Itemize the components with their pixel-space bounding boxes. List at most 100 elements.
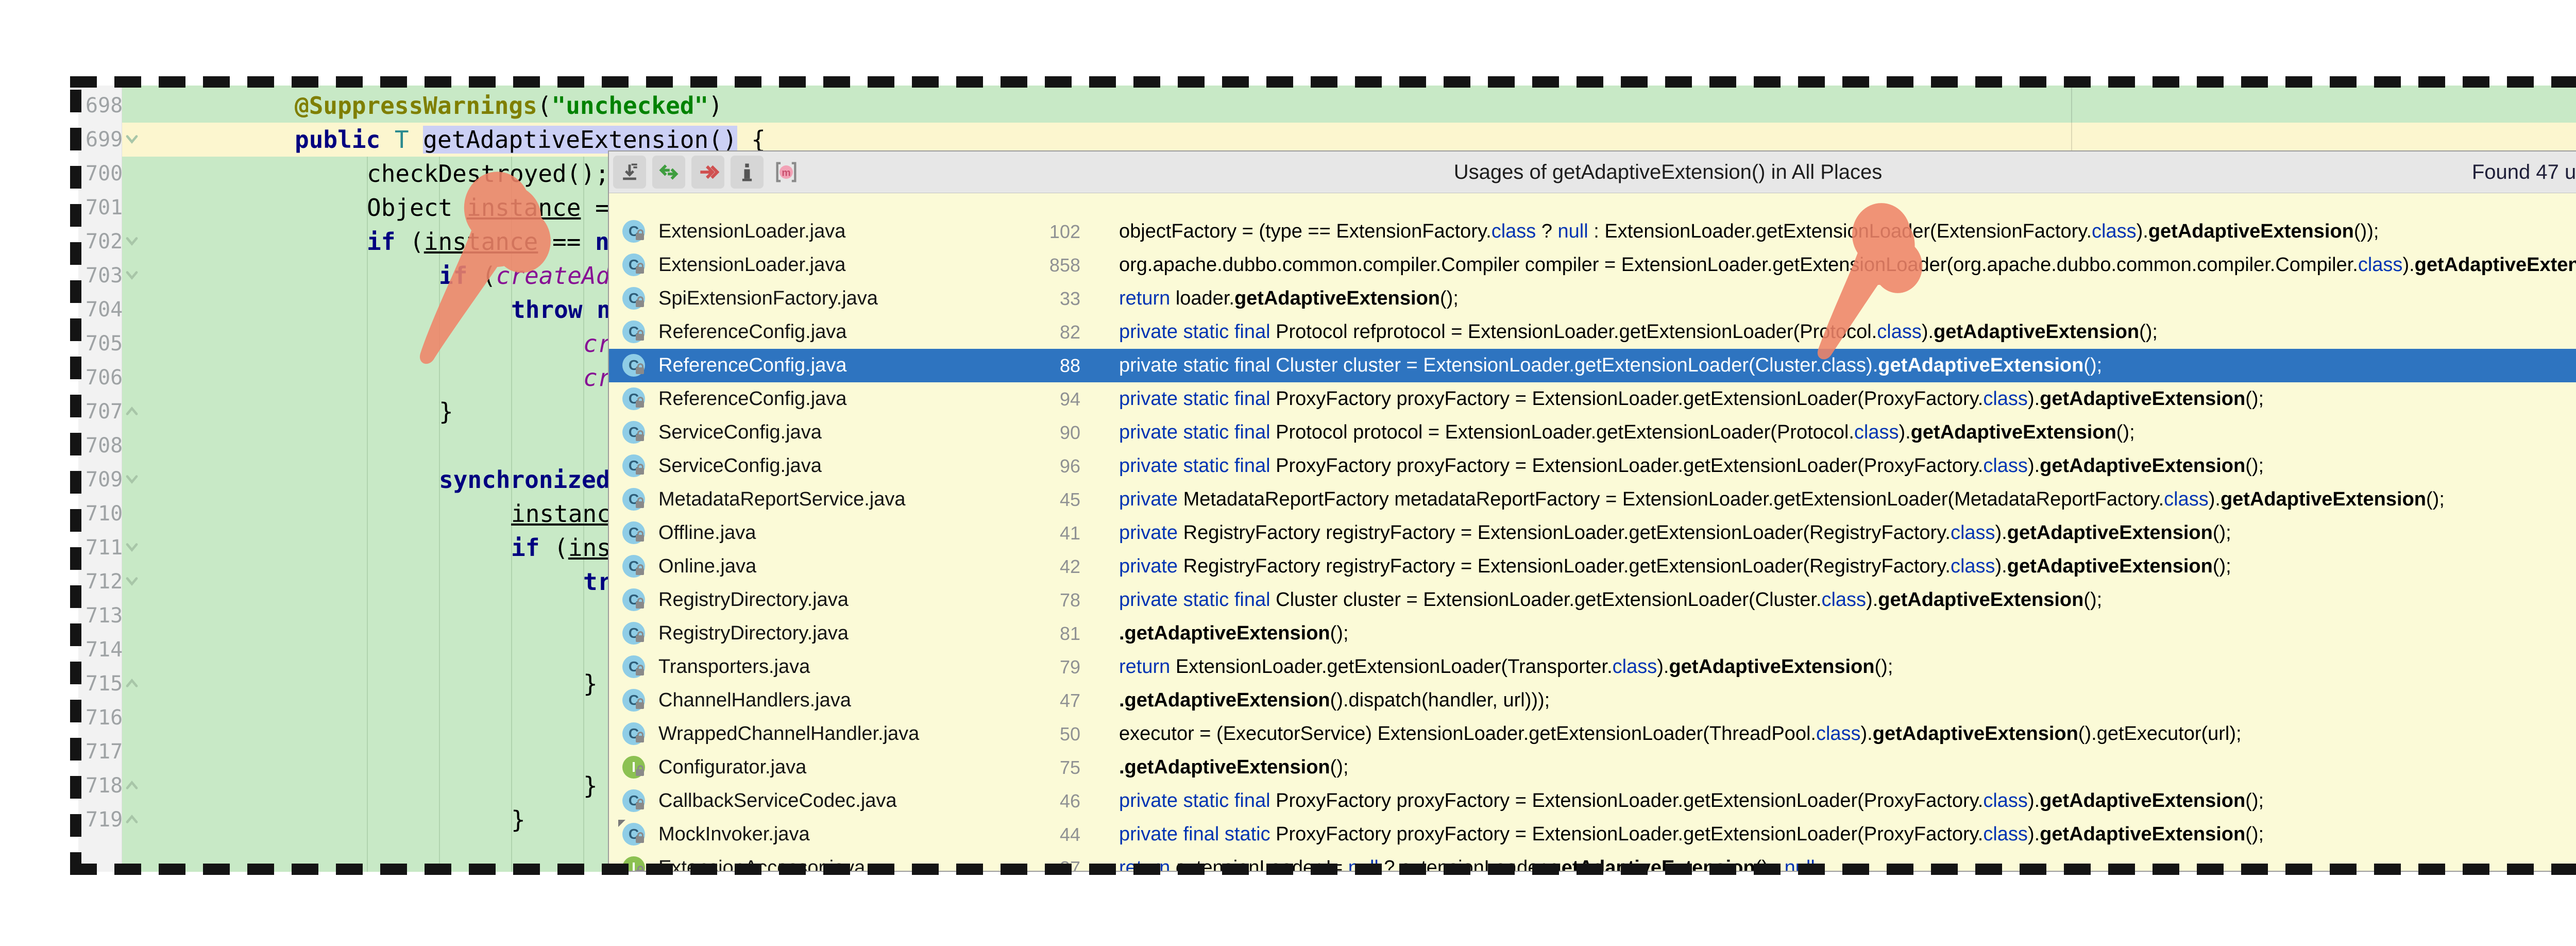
usage-line-number: 79	[1059, 656, 1080, 678]
usage-row[interactable]: C ReferenceConfig.java 94 private static fi…	[609, 382, 2576, 416]
pin-down-icon[interactable]	[613, 156, 646, 189]
usage-file-name: WrappedChannelHandler.java	[658, 723, 920, 745]
line-number: 707	[86, 400, 123, 424]
fold-expand-icon[interactable]	[123, 470, 141, 488]
usage-row[interactable]: C CallbackServiceCodec.java 46 private stat…	[609, 784, 2576, 818]
usages-toolbar: m	[613, 156, 803, 189]
usages-list: C ExtensionLoader.java 102 objectFactory = …	[609, 193, 2576, 871]
lock-icon	[636, 732, 644, 742]
fold-collapse-icon[interactable]	[123, 776, 141, 795]
usage-row[interactable]: C WrappedChannelHandler.java 50 executor = …	[609, 717, 2576, 751]
forward-arrow-icon[interactable]	[691, 156, 724, 189]
line-number: 708	[86, 434, 123, 458]
usage-code-preview: private static final ProxyFactory proxyF…	[1119, 790, 2264, 812]
lock-icon	[636, 497, 644, 508]
usage-row[interactable]: C RegistryDirectory.java 78 private static …	[609, 583, 2576, 617]
fold-expand-icon[interactable]	[123, 130, 141, 148]
usage-line-number: 88	[1059, 355, 1080, 376]
line-number: 710	[86, 502, 123, 526]
code-text: synchronized	[439, 466, 611, 494]
usage-line-number: 75	[1059, 757, 1080, 778]
interface-icon: I	[622, 756, 645, 779]
usage-file-name: ReferenceConfig.java	[658, 388, 847, 410]
annotation-border-bottom	[70, 864, 2576, 875]
usage-line-number: 102	[1049, 221, 1080, 242]
line-number: 716	[86, 706, 123, 730]
usage-line-number: 41	[1059, 522, 1080, 544]
lock-icon	[636, 765, 644, 776]
info-icon[interactable]	[731, 156, 764, 189]
usage-line-number: 82	[1059, 322, 1080, 343]
fold-collapse-icon[interactable]	[123, 810, 141, 829]
usage-file-name: MockInvoker.java	[658, 823, 810, 845]
usage-code-preview: private static final Protocol protocol =…	[1119, 421, 2135, 443]
usage-file-name: RegistryDirectory.java	[658, 622, 849, 644]
usage-file-name: ReferenceConfig.java	[658, 354, 847, 376]
usage-code-preview: private static final ProxyFactory proxyF…	[1119, 455, 2264, 477]
usage-row[interactable]: C Offline.java 41 private RegistryFactory r…	[609, 516, 2576, 550]
usage-file-name: Transporters.java	[658, 656, 810, 678]
popup-header-right: Found 47 usages	[2472, 151, 2576, 193]
editor-line-698: 698 @SuppressWarnings("unchecked")	[78, 89, 2576, 123]
usage-row[interactable]: C ServiceConfig.java 90 private static fina…	[609, 416, 2576, 449]
lock-icon	[636, 598, 644, 609]
usage-code-preview: .getAdaptiveExtension().dispatch(handler…	[1119, 689, 1550, 711]
usage-file-name: ServiceConfig.java	[658, 455, 822, 477]
line-number: 703	[86, 264, 123, 288]
line-number: 709	[86, 468, 123, 492]
usage-code-preview: private final static ProxyFactory proxyF…	[1119, 823, 2264, 845]
usage-row[interactable]: C ExtensionLoader.java 858 org.apache.dubbo…	[609, 248, 2576, 282]
class-icon: C	[622, 689, 645, 712]
swap-arrows-icon[interactable]	[652, 156, 685, 189]
usage-row[interactable]: C Online.java 42 private RegistryFactory re…	[609, 550, 2576, 583]
line-number: 705	[86, 332, 123, 356]
class-icon: C	[622, 488, 645, 511]
fold-collapse-icon[interactable]	[123, 674, 141, 692]
usage-file-name: Offline.java	[658, 522, 756, 544]
lock-icon	[636, 263, 644, 274]
line-number: 701	[86, 196, 123, 219]
usage-file-name: SpiExtensionFactory.java	[658, 288, 878, 309]
lock-icon	[636, 799, 644, 809]
usage-row[interactable]: C RegistryDirectory.java 81 .getAdaptiveExt…	[609, 617, 2576, 650]
usage-code-preview: private static final Cluster cluster = E…	[1119, 589, 2103, 611]
usage-row[interactable]: C SpiExtensionFactory.java 33 return loader…	[609, 282, 2576, 315]
usage-row[interactable]: C ChannelHandlers.java 47 .getAdaptiveExten…	[609, 684, 2576, 717]
class-icon: C	[622, 521, 645, 544]
usage-line-number: 90	[1059, 422, 1080, 443]
class-icon: C	[618, 820, 645, 846]
usage-row[interactable]: C MetadataReportService.java 45 private Met…	[609, 483, 2576, 516]
usage-row[interactable]: I Configurator.java 75 .getAdaptiveExtensio…	[609, 751, 2576, 784]
class-icon: C	[622, 421, 645, 444]
usage-file-name: ChannelHandlers.java	[658, 689, 851, 711]
class-icon: C	[622, 722, 645, 745]
line-number: 715	[86, 672, 123, 696]
usage-file-name: ExtensionLoader.java	[658, 221, 846, 242]
lock-icon	[636, 698, 644, 709]
usage-code-preview: private RegistryFactory registryFactory …	[1119, 522, 2231, 544]
fold-expand-icon[interactable]	[123, 266, 141, 284]
lock-icon	[636, 531, 644, 542]
screenshot-root: 698 @SuppressWarnings("unchecked") 699 publ…	[0, 0, 2576, 946]
usage-line-number: 44	[1059, 824, 1080, 845]
usage-row[interactable]: C MockInvoker.java 44 private final static …	[609, 818, 2576, 851]
usage-row[interactable]: C Transporters.java 79 return ExtensionLoad…	[609, 650, 2576, 684]
fold-expand-icon[interactable]	[123, 232, 141, 250]
fold-collapse-icon[interactable]	[123, 402, 141, 420]
class-icon: C	[622, 555, 645, 578]
found-usages-count: Found 47 usages	[2471, 160, 2576, 183]
usage-row[interactable]: C ReferenceConfig.java 82 private static fi…	[609, 315, 2576, 349]
line-number: 719	[86, 808, 123, 832]
usage-file-name: Online.java	[658, 555, 757, 577]
usage-row[interactable]: C ServiceConfig.java 96 private static fina…	[609, 449, 2576, 483]
fold-expand-icon[interactable]	[123, 538, 141, 556]
usage-line-number: 47	[1059, 690, 1080, 711]
method-filter-icon[interactable]: m	[770, 156, 803, 189]
code-text: }	[511, 806, 526, 834]
usage-file-name: CallbackServiceCodec.java	[658, 790, 897, 812]
fold-expand-icon[interactable]	[123, 572, 141, 590]
usage-row[interactable]: C ExtensionLoader.java 102 objectFactory = …	[609, 215, 2576, 248]
line-number: 711	[86, 536, 123, 560]
usage-line-number: 78	[1059, 589, 1080, 611]
usage-row[interactable]: C ReferenceConfig.java 88 private static fi…	[609, 349, 2576, 382]
